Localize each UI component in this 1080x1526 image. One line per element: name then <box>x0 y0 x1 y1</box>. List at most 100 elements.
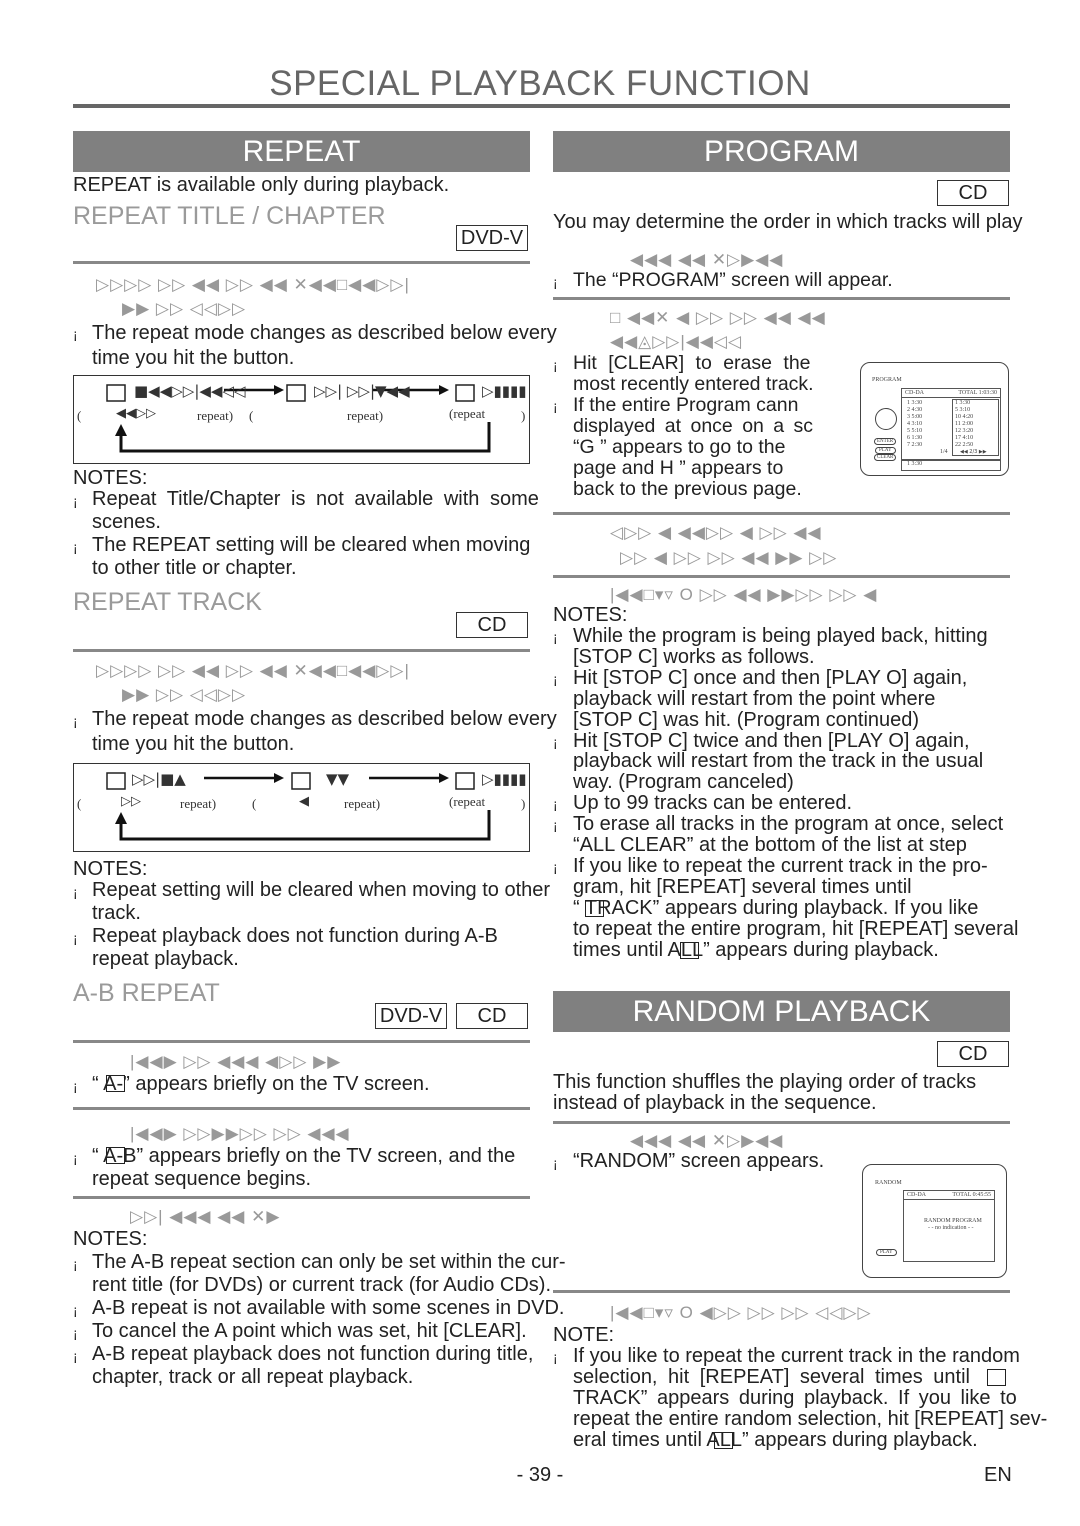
glyph-line: ◀◀◬▷▷|◀◀◁◁ <box>610 332 743 351</box>
bullet-icon: ¡ <box>553 858 558 875</box>
bullet-icon: ¡ <box>73 1348 78 1364</box>
glyph-line: ▷▷▷▷ ▷▷ ◀◀ ▷▷ ◀◀ ✕◀◀□◀◀▷▷| <box>96 275 410 294</box>
program-item[interactable]: 10 4:20 <box>955 414 973 420</box>
note-text: The REPEAT setting will be cleared when … <box>92 534 531 556</box>
bullet-icon: ¡ <box>553 1155 558 1171</box>
bullet-icon: ¡ <box>73 326 78 342</box>
step-text: “ A-” appears briefly on the TV screen. <box>92 1073 430 1095</box>
glyph-line: ◁▷▷ ◀ ◀◀▷▷ ◀ ▷▷ ◀◀ <box>610 523 822 542</box>
bullet-text: time you hit the button. <box>92 733 295 755</box>
track-item[interactable]: 3 5:00 <box>907 414 922 420</box>
note-text: The A-B repeat section can only be set w… <box>92 1251 566 1273</box>
cd-badge: CD <box>937 180 1009 206</box>
glyph-line: ▷▷▷▷ ▷▷ ◀◀ ▷▷ ◀◀ ✕◀◀□◀◀▷▷| <box>96 661 410 680</box>
diagram-label: ( <box>77 408 82 423</box>
divider <box>73 1040 530 1043</box>
bullet-icon: ¡ <box>73 1302 78 1318</box>
note-text: chapter, track or all repeat playback. <box>92 1366 414 1388</box>
step-text: repeat sequence begins. <box>92 1168 312 1190</box>
play-button[interactable]: PLAY <box>876 1249 897 1256</box>
divider <box>73 1196 530 1199</box>
bullet-icon: ¡ <box>73 1150 78 1166</box>
note-text: to repeat the entire program, hit [REPEA… <box>573 917 1019 940</box>
note-text: If you like to repeat the current track … <box>573 1345 1020 1367</box>
note-text: While the program is being played back, … <box>573 625 988 647</box>
diagram-label: repeat) <box>344 796 381 811</box>
bullet-text: time you hit the button. <box>92 347 295 369</box>
bullet-text: If the entire Program cann <box>573 394 799 416</box>
glyph-line: |◀◀▶ ▷▷ ◀◀◀ ◀▷▷ ▶▶ <box>130 1052 342 1071</box>
divider <box>553 1290 1010 1293</box>
program-item[interactable]: 5 3:10 <box>955 407 970 413</box>
program-item[interactable]: 12 3:20 <box>955 428 973 434</box>
track-item[interactable]: 2 4:30 <box>907 407 922 413</box>
repeat-intro: REPEAT is available only during playback… <box>73 174 450 196</box>
step-text: “RANDOM” screen appears. <box>573 1150 825 1172</box>
repeat-title-chapter-heading: REPEAT TITLE / CHAPTER <box>73 202 386 230</box>
glyph-line: |◀◀□▾▿ O ◀▷▷ ▷▷ ▷▷ ◁◁▷▷ <box>610 1303 872 1322</box>
note-text: Hit [STOP C] twice and then [PLAY O] aga… <box>573 729 970 752</box>
mode-glyph: ▷▮▮▮▮ <box>482 382 527 400</box>
bullet-icon: ¡ <box>73 884 78 900</box>
diagram-label: repeat) <box>347 408 384 423</box>
notes-label: NOTES: <box>73 1228 148 1250</box>
dpad-icon <box>875 408 897 430</box>
track-item[interactable]: 7 2:30 <box>907 442 922 448</box>
note-text: way. (Program canceled) <box>573 771 794 794</box>
note-text: To erase all tracks in the program at on… <box>573 813 1004 836</box>
cd-badge: CD <box>456 1003 528 1029</box>
diagram-label: ) <box>521 796 526 811</box>
note-text: “ TRACK” appears during playback. If you… <box>573 896 979 919</box>
play-button[interactable]: PLAY <box>875 447 896 454</box>
step-text: “ A-B” appears briefly on the TV screen,… <box>92 1145 516 1167</box>
divider <box>553 575 1010 578</box>
repeat-icon <box>714 1432 733 1449</box>
random-intro: instead of playback in the sequence. <box>553 1092 877 1114</box>
language-label: EN <box>984 1464 1012 1486</box>
bullet-icon: ¡ <box>73 493 78 509</box>
track-item[interactable]: 6 1:30 <box>907 435 922 441</box>
track-item[interactable]: 5 5:10 <box>907 428 922 434</box>
bullet-icon: ¡ <box>553 398 558 414</box>
glyph-line: ▶▶ ▷▷ ◁◁▷▷ <box>122 685 247 704</box>
bullet-icon: ¡ <box>553 274 558 290</box>
diagram-label: ( <box>77 796 82 811</box>
note-text: gram, hit [REPEAT] several times until <box>573 875 912 898</box>
note-text: A-B repeat playback does not function du… <box>92 1343 534 1365</box>
track-item[interactable]: 4 3:10 <box>907 421 922 427</box>
program-item[interactable]: 1 3:30 <box>955 400 970 406</box>
bullet-icon: ¡ <box>553 796 558 813</box>
bullet-icon: ¡ <box>553 670 558 687</box>
diagram-label: ) <box>521 408 526 423</box>
program-item[interactable]: 17 4:10 <box>955 435 973 441</box>
no-indication-label: - - no indication - - <box>928 1225 974 1231</box>
bullet-text: back to the previous page. <box>573 478 802 500</box>
bullet-icon: ¡ <box>553 817 558 834</box>
screen-title: RANDOM <box>875 1180 902 1186</box>
note-text: repeat the entire random selection, hit … <box>573 1408 1048 1430</box>
note-text: A-B repeat is not available with some sc… <box>92 1297 565 1319</box>
mode-glyph: ▼▼ <box>326 770 350 788</box>
pager[interactable]: ◀◀ 2/3 ▶▶ <box>960 449 987 455</box>
enter-button[interactable]: ENTER <box>874 438 897 445</box>
program-item[interactable]: 22 2:50 <box>955 442 973 448</box>
glyph-line: ◀◀◀ ◀◀ ✕▷▶◀◀ <box>630 1131 784 1150</box>
note-text: rent title (for DVDs) or current track (… <box>92 1274 552 1296</box>
program-banner: PROGRAM <box>553 131 1010 172</box>
disc-type: CD-DA <box>905 390 924 396</box>
mode-glyph: ▷▷|■▲ <box>132 770 186 788</box>
track-item[interactable]: 1 3:30 <box>907 400 922 406</box>
program-item[interactable]: 11 2:00 <box>955 421 973 427</box>
disc-type: CD-DA <box>907 1192 926 1198</box>
divider <box>553 297 1010 300</box>
bullet-text: The repeat mode changes as described bel… <box>92 322 557 344</box>
glyph-line: |◀◀□▾▿ O ▷▷ ◀◀ ▶▶▷▷ ▷▷ ◀ <box>610 585 878 604</box>
divider <box>73 261 530 264</box>
bullet-icon: ¡ <box>73 930 78 946</box>
notes-label: NOTES: <box>73 858 148 880</box>
clear-button[interactable]: CLEAR <box>874 454 897 461</box>
repeat-icon <box>585 899 604 917</box>
ab-repeat-heading: A-B REPEAT <box>73 979 220 1007</box>
diagram-label: ▷▷ <box>121 794 141 809</box>
bullet-icon: ¡ <box>73 1325 78 1341</box>
